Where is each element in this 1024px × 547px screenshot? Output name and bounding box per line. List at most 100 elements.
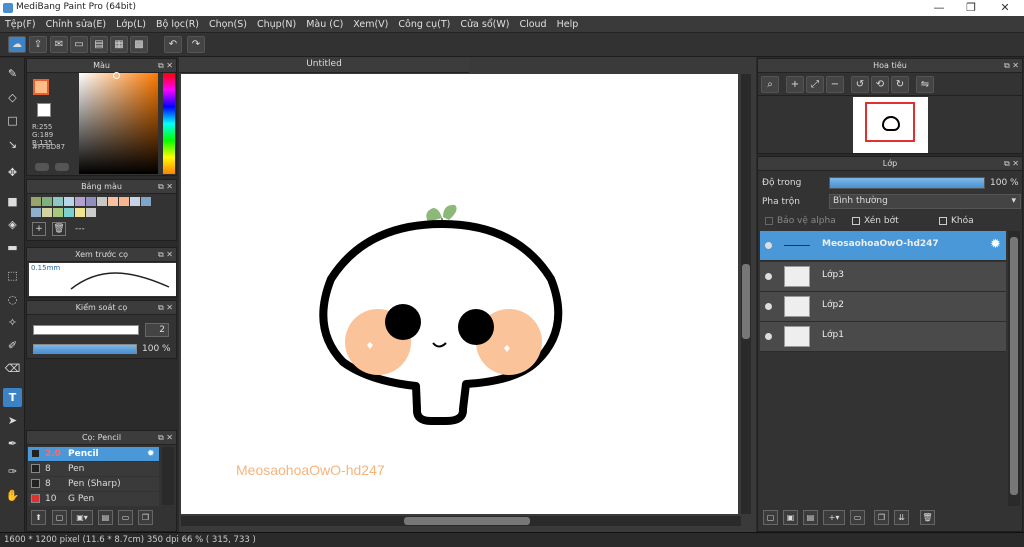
redo-icon[interactable]: ↷: [187, 36, 205, 53]
panel-controls-icon[interactable]: ⧉ ✕: [158, 59, 173, 73]
layer-row[interactable]: Lớp2: [760, 292, 1006, 322]
select-pen-tool-icon[interactable]: ✐: [3, 336, 22, 355]
dropper-tool-icon[interactable]: ✒: [3, 434, 22, 453]
navigator-thumbnail[interactable]: [853, 97, 928, 153]
palette-swatch[interactable]: [64, 208, 74, 217]
duplicate-icon[interactable]: ❐: [138, 510, 153, 525]
secondary-color-swatch[interactable]: [37, 103, 51, 117]
color-swap-button[interactable]: [55, 163, 69, 171]
brush-item-pen-sharp[interactable]: 8 Pen (Sharp): [28, 477, 159, 491]
layer-row[interactable]: Lớp3: [760, 262, 1006, 292]
palette-swatch[interactable]: [64, 197, 74, 206]
add-brush-icon[interactable]: ⬆: [31, 510, 46, 525]
blend-mode-select[interactable]: Bình thường ▾: [829, 194, 1021, 209]
new-layer-icon[interactable]: ▢: [763, 510, 778, 525]
menu-view[interactable]: Xem(V): [348, 16, 393, 33]
palette-more[interactable]: ---: [75, 224, 85, 234]
tab-untitled[interactable]: Untitled: [179, 57, 469, 73]
fit-icon[interactable]: ⤢: [806, 76, 824, 93]
visibility-eye-icon[interactable]: [765, 333, 772, 340]
layer-folder-icon[interactable]: ▭: [850, 510, 865, 525]
palette-swatch[interactable]: [42, 197, 52, 206]
share-icon[interactable]: ⇪: [29, 36, 47, 53]
magic-wand-tool-icon[interactable]: ✧: [3, 313, 22, 332]
saturation-value-picker[interactable]: [79, 73, 158, 174]
brush-item-g-pen[interactable]: 10 G Pen: [28, 492, 159, 506]
undo-icon[interactable]: ↶: [164, 36, 182, 53]
gradient-tool-icon[interactable]: ▬: [3, 238, 22, 257]
layer-row[interactable]: MeosaohoaOwO-hd247 ✹: [760, 231, 1006, 261]
palette-swatch[interactable]: [75, 197, 85, 206]
brush-opacity-slider[interactable]: [33, 344, 137, 354]
menu-tools[interactable]: Công cụ(T): [393, 16, 455, 33]
menu-select[interactable]: Chọn(S): [204, 16, 252, 33]
tiles-icon[interactable]: ▩: [130, 36, 148, 53]
primary-color-swatch[interactable]: [33, 79, 49, 95]
eyedropper-tool-icon[interactable]: ✑: [3, 462, 22, 481]
vertical-scroll-thumb[interactable]: [742, 264, 750, 339]
menu-file[interactable]: Tệp(F): [0, 16, 41, 33]
brush-tool-icon[interactable]: ✎: [3, 64, 22, 83]
page-icon[interactable]: ▭: [70, 36, 88, 53]
brush-list-scrollbar[interactable]: [162, 447, 174, 505]
grid-icon[interactable]: ▦: [110, 36, 128, 53]
folder-icon[interactable]: ▭: [118, 510, 133, 525]
pen-curve-tool-icon[interactable]: ↘: [3, 135, 22, 154]
close-button[interactable]: ✕: [990, 0, 1020, 16]
text-tool-icon[interactable]: T: [3, 388, 22, 407]
lasso-tool-icon[interactable]: ◌: [3, 290, 22, 309]
palette-swatch[interactable]: [53, 208, 63, 217]
zoom-out-icon[interactable]: −: [826, 76, 844, 93]
palette-swatch[interactable]: [97, 197, 107, 206]
layer-scrollbar[interactable]: [1008, 231, 1020, 506]
palette-swatch[interactable]: [119, 197, 129, 206]
move-tool-icon[interactable]: ✥: [3, 163, 22, 182]
gear-icon[interactable]: ✹: [147, 447, 155, 461]
merge-layer-icon[interactable]: ⇊: [894, 510, 909, 525]
color-picker-cursor[interactable]: [113, 72, 120, 79]
delete-swatch-icon[interactable]: 🗑: [52, 222, 66, 236]
color-mode-button[interactable]: [35, 163, 49, 171]
rotate-right-icon[interactable]: ↻: [891, 76, 909, 93]
panel-controls-icon[interactable]: ⧉ ✕: [158, 180, 173, 194]
palette-swatch[interactable]: [130, 197, 140, 206]
maximize-button[interactable]: ❐: [956, 0, 986, 16]
delete-layer-icon[interactable]: 🗑: [920, 510, 935, 525]
menu-edit[interactable]: Chỉnh sửa(E): [41, 16, 112, 33]
rectangle-tool-icon[interactable]: □: [3, 111, 22, 130]
layer-scroll-thumb[interactable]: [1010, 237, 1018, 495]
palette-swatch[interactable]: [31, 208, 41, 217]
visibility-eye-icon[interactable]: [765, 242, 772, 249]
hand-tool-icon[interactable]: ✋: [3, 486, 22, 505]
menu-cloud[interactable]: Cloud: [514, 16, 551, 33]
menu-window[interactable]: Cửa sổ(W): [455, 16, 514, 33]
menu-color[interactable]: Màu (C): [301, 16, 348, 33]
bucket-tool-icon[interactable]: ◈: [3, 215, 22, 234]
panel-controls-icon[interactable]: ⧉ ✕: [1004, 157, 1019, 171]
operation-tool-icon[interactable]: ➤: [3, 411, 22, 430]
protect-alpha-checkbox[interactable]: [765, 217, 773, 225]
hue-slider[interactable]: [163, 73, 175, 174]
brush-options-icon[interactable]: ▣▾: [71, 510, 93, 525]
brush-item-pen[interactable]: 8 Pen: [28, 462, 159, 476]
new-brush-icon[interactable]: ▢: [52, 510, 67, 525]
palette-swatch[interactable]: [108, 197, 118, 206]
panel-controls-icon[interactable]: ⧉ ✕: [158, 248, 173, 262]
add-swatch-button[interactable]: +: [32, 222, 46, 236]
horizontal-scroll-thumb[interactable]: [404, 517, 530, 525]
menu-layer[interactable]: Lớp(L): [111, 16, 151, 33]
brush-size-slider[interactable]: [33, 325, 139, 335]
select-rect-tool-icon[interactable]: ⬚: [3, 266, 22, 285]
fill-rect-tool-icon[interactable]: ■: [3, 192, 22, 211]
palette-swatch[interactable]: [86, 208, 96, 217]
minimize-button[interactable]: —: [924, 0, 954, 16]
gear-icon[interactable]: ✹: [990, 237, 1001, 252]
panel-controls-icon[interactable]: ⧉ ✕: [1004, 59, 1019, 73]
zoom-in-icon[interactable]: +: [786, 76, 804, 93]
visibility-eye-icon[interactable]: [765, 273, 772, 280]
panel-controls-icon[interactable]: ⧉ ✕: [158, 301, 173, 315]
document-icon[interactable]: ▤: [90, 36, 108, 53]
palette-swatch[interactable]: [31, 197, 41, 206]
add-layer-menu-icon[interactable]: +▾: [823, 510, 845, 525]
brush-size-value[interactable]: 2: [145, 323, 169, 337]
